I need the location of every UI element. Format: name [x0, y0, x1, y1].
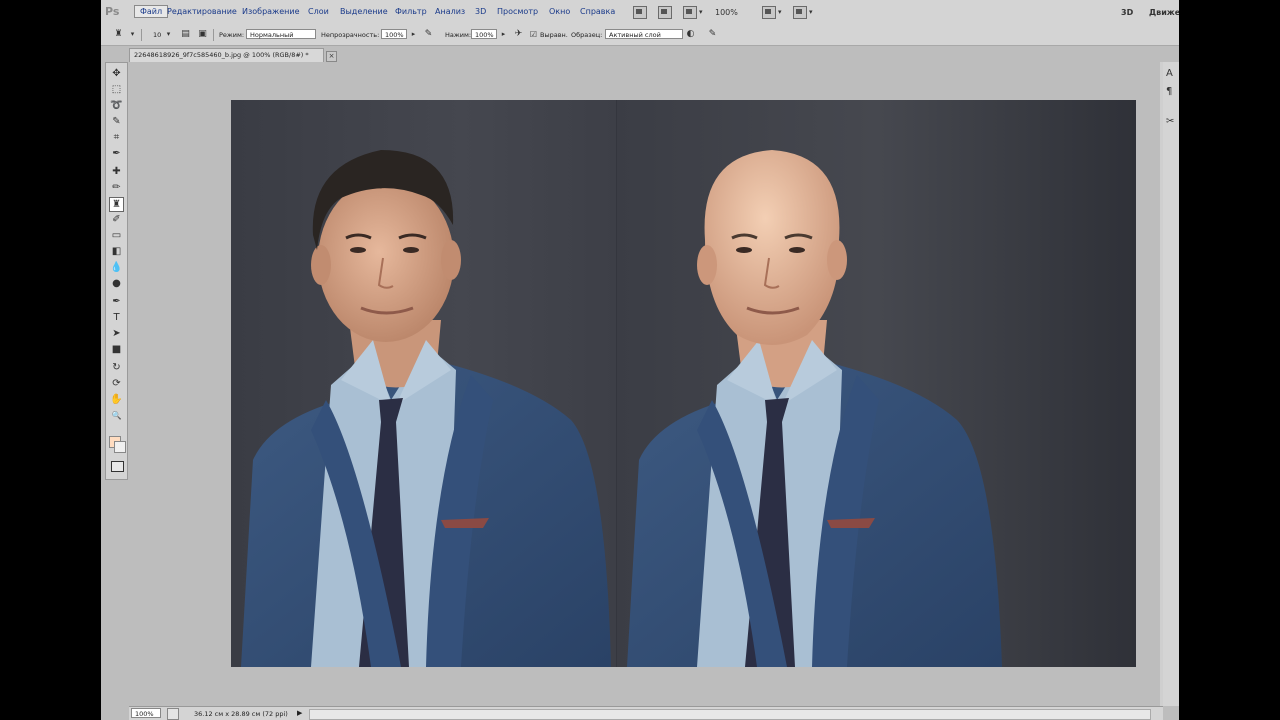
path-select-icon[interactable]: ➤	[110, 327, 123, 340]
portrait-original-illustration	[241, 150, 611, 667]
eyedropper-icon[interactable]: ✒	[110, 147, 123, 160]
character-panel-icon[interactable]: A	[1166, 68, 1178, 80]
status-zoom-input[interactable]: 100%	[131, 708, 161, 718]
menu-window[interactable]: Окно	[549, 7, 570, 16]
chevron-down-icon[interactable]: ▾	[699, 8, 703, 16]
chevron-right-icon[interactable]: ▸	[408, 29, 419, 40]
hand-icon[interactable]: ✋	[110, 393, 123, 406]
clone-source-icon[interactable]: ▣	[197, 29, 208, 40]
separator	[213, 29, 214, 41]
menu-select[interactable]: Выделение	[340, 7, 388, 16]
chevron-down-icon[interactable]: ▾	[778, 8, 782, 16]
portrait-edited	[617, 100, 1136, 667]
menu-filter[interactable]: Фильтр	[395, 7, 427, 16]
menu-image[interactable]: Изображение	[242, 7, 300, 16]
app-logo: Ps	[105, 5, 120, 18]
sample-select[interactable]: Активный слой	[605, 29, 683, 39]
airbrush-icon[interactable]: ✈	[513, 29, 524, 40]
document-tab[interactable]: 22648618926_9f7c585460_b.jpg @ 100% (RGB…	[129, 48, 324, 62]
gradient-icon[interactable]: ◧	[110, 245, 123, 258]
pen-icon[interactable]: ✒	[110, 295, 123, 308]
mode-select[interactable]: Нормальный	[246, 29, 316, 39]
image-canvas[interactable]	[231, 100, 1136, 667]
document-tab-bar: 22648618926_9f7c585460_b.jpg @ 100% (RGB…	[129, 46, 1159, 62]
portrait-original	[231, 100, 616, 667]
move-icon[interactable]: ✥	[110, 67, 123, 80]
menu-bar: Ps Файл Редактирование Изображение Слои …	[101, 0, 1179, 27]
brush-icon[interactable]: ✏	[110, 181, 123, 194]
menu-edit[interactable]: Редактирование	[167, 7, 237, 16]
chevron-right-icon[interactable]: ▸	[498, 29, 509, 40]
tool-presets-icon[interactable]: ✂	[1166, 116, 1178, 128]
marquee-icon[interactable]: ⬚	[110, 83, 123, 96]
options-bar: ♜ ▾ 10 ▾ ▤ ▣ Режим: Нормальный Непрозрач…	[101, 26, 1179, 46]
status-icon[interactable]	[167, 708, 179, 720]
document-info: 36.12 см x 28.89 см (72 ppi)	[194, 710, 288, 718]
workspace-3d[interactable]: 3D	[1121, 8, 1133, 17]
mode-label: Режим:	[219, 31, 245, 39]
menu-help[interactable]: Справка	[580, 7, 615, 16]
mini-bridge-icon[interactable]	[658, 6, 672, 19]
crop-icon[interactable]: ⌗	[110, 131, 123, 144]
status-bar: 100% 36.12 см x 28.89 см (72 ppi) ▶	[129, 706, 1163, 720]
checkbox-aligned-icon[interactable]: ☑	[528, 29, 539, 40]
background-color-swatch[interactable]	[114, 441, 126, 453]
horizontal-scrollbar[interactable]	[309, 709, 1151, 720]
sample-label: Образец:	[571, 31, 603, 39]
ignore-adjustment-icon[interactable]: ◐	[685, 29, 696, 40]
separator	[141, 29, 142, 41]
zoom-icon[interactable]: 🔍	[110, 409, 123, 422]
arrange-documents-icon[interactable]	[762, 6, 776, 19]
chevron-down-icon[interactable]: ▾	[127, 29, 138, 40]
opacity-label: Непрозрачность:	[321, 31, 380, 39]
3d-rotate-icon[interactable]: ↻	[110, 361, 123, 374]
pressure-size-icon[interactable]: ✎	[707, 29, 718, 40]
menu-file[interactable]: Файл	[134, 5, 169, 18]
history-brush-icon[interactable]: ✐	[110, 213, 123, 226]
opacity-input[interactable]: 100%	[381, 29, 407, 39]
chevron-down-icon[interactable]: ▾	[809, 8, 813, 16]
pressure-opacity-icon[interactable]: ✎	[423, 29, 434, 40]
toolbox: ✥ ⬚ ➰ ✎ ⌗ ✒ ✚ ✏ ♜ ✐ ▭ ◧ 💧 ● ✒ T ➤ ■ ↻ ⟳ …	[105, 62, 128, 480]
status-menu-arrow[interactable]: ▶	[297, 709, 302, 717]
menu-layers[interactable]: Слои	[308, 7, 329, 16]
shape-icon[interactable]: ■	[110, 343, 123, 356]
healing-icon[interactable]: ✚	[110, 165, 123, 178]
canvas-area	[129, 62, 1160, 706]
quick-mask-icon[interactable]	[111, 461, 124, 472]
brush-panel-icon[interactable]: ▤	[180, 29, 191, 40]
workspace-motion[interactable]: Движе	[1149, 8, 1179, 17]
screen-mode-icon[interactable]	[793, 6, 807, 19]
close-icon[interactable]: ×	[326, 51, 337, 62]
chevron-down-icon[interactable]: ▾	[163, 29, 174, 40]
menu-view[interactable]: Просмотр	[497, 7, 538, 16]
zoom-level[interactable]: 100%	[715, 8, 738, 17]
launch-bridge-icon[interactable]	[633, 6, 647, 19]
type-icon[interactable]: T	[110, 311, 123, 324]
right-panel-dock: A ¶ ✂	[1163, 62, 1179, 706]
paragraph-panel-icon[interactable]: ¶	[1166, 86, 1178, 98]
3d-orbit-icon[interactable]: ⟳	[110, 377, 123, 390]
dodge-icon[interactable]: ●	[110, 277, 123, 290]
photoshop-window: Ps Файл Редактирование Изображение Слои …	[101, 0, 1179, 720]
eraser-icon[interactable]: ▭	[110, 229, 123, 242]
clone-stamp-tool-icon[interactable]: ♜	[113, 29, 124, 40]
view-extras-icon[interactable]	[683, 6, 697, 19]
aligned-label: Выравн.	[540, 31, 568, 39]
flow-label: Нажим:	[445, 31, 472, 39]
flow-input[interactable]: 100%	[471, 29, 497, 39]
portrait-edited-illustration	[627, 150, 1002, 667]
menu-analysis[interactable]: Анализ	[435, 7, 465, 16]
clone-stamp-icon[interactable]: ♜	[109, 197, 124, 212]
brush-size[interactable]: 10	[153, 31, 161, 39]
menu-3d[interactable]: 3D	[475, 7, 486, 16]
lasso-icon[interactable]: ➰	[110, 99, 123, 112]
quick-select-icon[interactable]: ✎	[110, 115, 123, 128]
blur-icon[interactable]: 💧	[110, 261, 123, 274]
